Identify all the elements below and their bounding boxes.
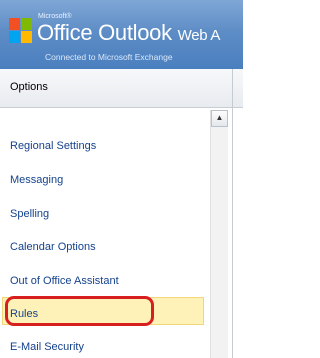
product-main: Office Outlook xyxy=(37,20,172,45)
nav-item-spelling[interactable]: Spelling xyxy=(10,208,49,220)
nav-item-calendar-options[interactable]: Calendar Options xyxy=(10,241,96,253)
divider xyxy=(232,69,233,107)
nav-item-email-security[interactable]: E-Mail Security xyxy=(10,341,84,353)
divider xyxy=(232,108,233,358)
office-logo-icon xyxy=(9,18,33,44)
options-title: Options xyxy=(10,81,48,93)
nav-item-regional-settings[interactable]: Regional Settings xyxy=(10,140,96,152)
nav-item-rules[interactable]: Rules xyxy=(10,308,38,320)
nav-item-messaging[interactable]: Messaging xyxy=(10,174,63,186)
product-name: Office Outlook Web A xyxy=(37,20,220,46)
connected-status: Connected to Microsoft Exchange xyxy=(45,52,173,62)
options-header: Options xyxy=(0,69,243,108)
product-suffix: Web A xyxy=(177,27,221,44)
vertical-scrollbar[interactable]: ▲ xyxy=(210,110,228,358)
brand-label: Microsoft® xyxy=(38,13,72,20)
chevron-up-icon[interactable]: ▲ xyxy=(211,110,228,127)
nav-item-out-of-office[interactable]: Out of Office Assistant xyxy=(10,275,119,287)
app-header: Microsoft® Office Outlook Web A Connecte… xyxy=(0,0,243,69)
